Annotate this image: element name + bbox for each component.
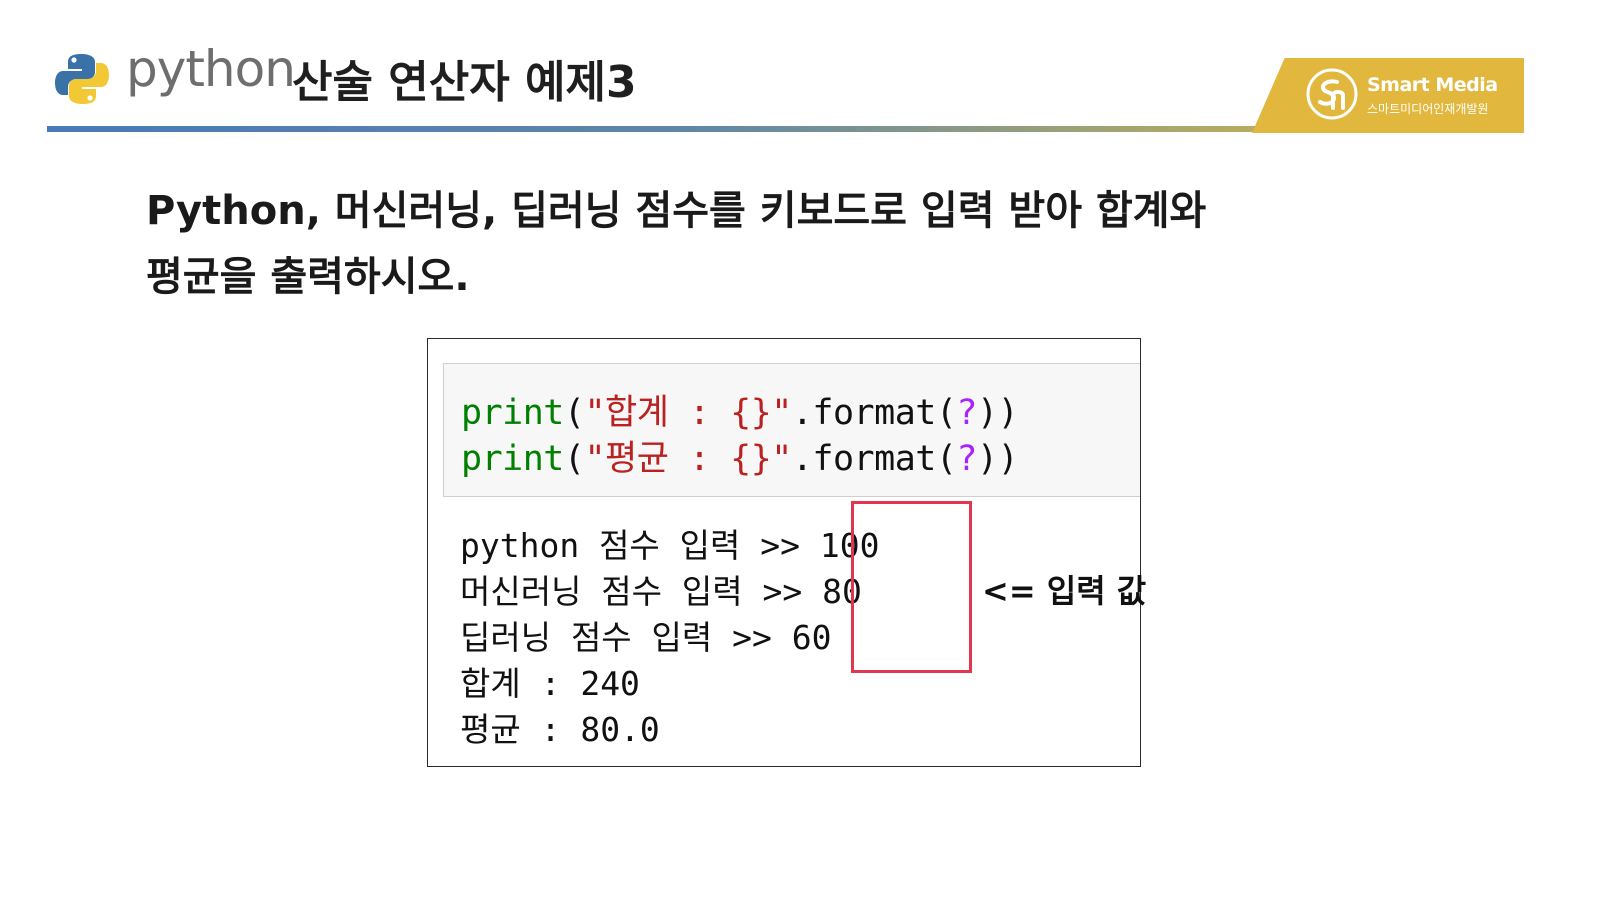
- slide-title: 산술 연산자 예제3: [292, 57, 637, 108]
- python-wordmark: python: [126, 40, 296, 98]
- code-token-paren: )): [977, 393, 1019, 433]
- python-logo-icon: [55, 54, 109, 104]
- output-line: 머신러닝 점수 입력 >> 80: [460, 572, 862, 611]
- code-token-string: "평균 : {}": [584, 439, 792, 479]
- code-token-method: .format(: [791, 439, 957, 479]
- notebook-screenshot: print("합계 : {}".format(?)) print("평균 : {…: [427, 338, 1141, 767]
- code-token-paren: (: [563, 393, 585, 433]
- code-line-1: print("합계 : {}".format(?)): [461, 384, 1019, 435]
- code-token-method: .format(: [791, 393, 957, 433]
- code-token-arg: ?: [956, 439, 977, 479]
- code-token-paren: )): [977, 439, 1019, 479]
- code-cell: print("합계 : {}".format(?)) print("평균 : {…: [443, 363, 1140, 497]
- output-line: python 점수 입력 >> 100: [460, 526, 880, 565]
- brand-subtitle: 스마트미디어인재개발원: [1367, 102, 1489, 116]
- question-line-1: Python, 머신러닝, 딥러닝 점수를 키보드로 입력 받아 합계와: [146, 188, 1207, 234]
- code-token-string: "합계 : {}": [584, 393, 792, 433]
- smart-media-logo-icon: [1306, 68, 1358, 120]
- question-text: Python, 머신러닝, 딥러닝 점수를 키보드로 입력 받아 합계와 평균을…: [146, 178, 1206, 310]
- output-line: 평균 : 80.0: [460, 710, 660, 749]
- code-token-paren: (: [563, 439, 585, 479]
- code-token-arg: ?: [956, 393, 977, 433]
- output-line: 딥러닝 점수 입력 >> 60: [460, 618, 832, 657]
- code-token-fn: print: [461, 393, 564, 433]
- question-line-2: 평균을 출력하시오.: [146, 254, 470, 300]
- code-token-fn: print: [461, 439, 564, 479]
- input-annotation: <= 입력 값: [982, 572, 1147, 610]
- brand-name: Smart Media: [1367, 74, 1498, 96]
- input-highlight-box: [851, 501, 972, 673]
- output-line: 합계 : 240: [460, 664, 640, 703]
- code-line-2: print("평균 : {}".format(?)): [461, 430, 1019, 481]
